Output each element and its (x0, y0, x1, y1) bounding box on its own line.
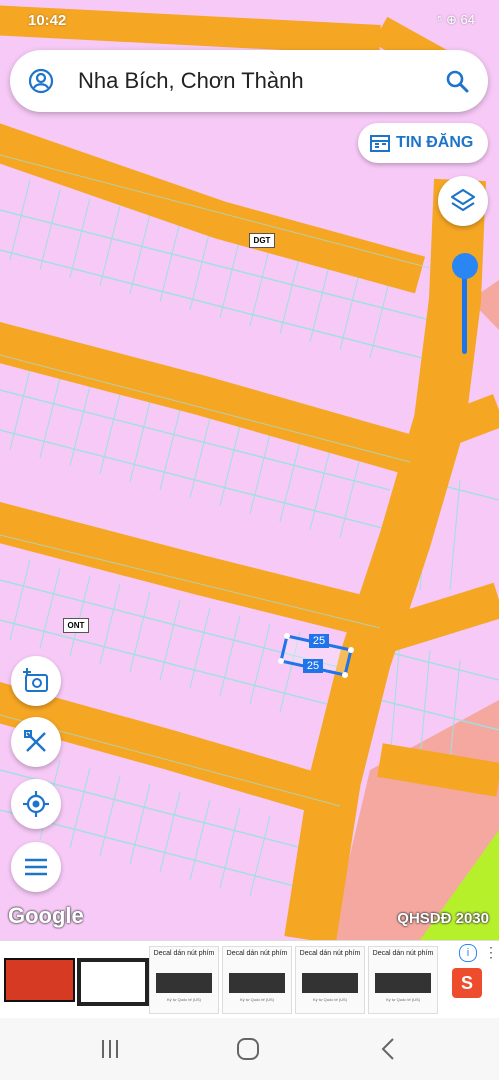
back-icon[interactable] (373, 1036, 403, 1062)
listing-icon (370, 135, 390, 152)
layers-button[interactable] (438, 176, 488, 226)
my-location-button[interactable] (11, 779, 61, 829)
tin-dang-button[interactable]: TIN ĐĂNG (358, 123, 488, 163)
ad-info-icon[interactable]: i (459, 944, 477, 962)
keyboard-image (156, 973, 212, 993)
status-bar: 10:42 ⁵ ⊕ 64 (0, 0, 499, 40)
measure-button[interactable] (11, 717, 61, 767)
shop-bag-icon[interactable]: S (452, 968, 482, 998)
crosshair-icon (23, 791, 49, 817)
search-bar[interactable]: Nha Bích, Chơn Thành (10, 50, 488, 112)
status-icons: ⁵ ⊕ 64 (437, 12, 475, 27)
menu-button[interactable] (11, 842, 61, 892)
location-title: Nha Bích, Chơn Thành (78, 68, 304, 93)
layers-icon (450, 188, 476, 212)
status-time: 10:42 (28, 12, 67, 29)
ruler-pencil-icon (24, 730, 46, 752)
lot-dimension-top: 25 (309, 634, 329, 648)
keyboard-image (229, 973, 285, 993)
ad-card-title: Decal dán nút phím (299, 950, 361, 957)
ad-card-title: Decal dán nút phím (372, 950, 434, 957)
layer-name-label: QHSDĐ 2030 (397, 910, 489, 927)
ad-card[interactable]: Decal dán nút phím Ký tự Quốc tế (US) (222, 946, 292, 1014)
tin-dang-label: TIN ĐĂNG (396, 134, 474, 151)
ont-label: ONT (63, 618, 89, 633)
ad-product-image[interactable] (4, 958, 75, 1002)
opacity-slider-track[interactable] (462, 266, 467, 354)
keyboard-image (302, 973, 358, 993)
ad-product-image[interactable] (77, 958, 149, 1006)
ad-card-sub: Ký tự Quốc tế (US) (385, 997, 421, 1002)
ad-card[interactable]: Decal dán nút phím Ký tự Quốc tế (US) (368, 946, 438, 1014)
keyboard-image (375, 973, 431, 993)
hamburger-icon (25, 858, 47, 876)
ad-card[interactable]: Decal dán nút phím Ký tự Quốc tế (US) (149, 946, 219, 1014)
recent-apps-icon[interactable] (95, 1036, 125, 1062)
lot-dimension-bottom: 25 (303, 659, 323, 673)
google-attribution: Google (8, 903, 84, 928)
user-icon[interactable] (28, 68, 54, 94)
ad-more-icon[interactable]: ⋮ (484, 944, 498, 961)
ad-card-sub: Ký tự Quốc tế (US) (166, 997, 202, 1002)
ad-card-sub: Ký tự Quốc tế (US) (312, 997, 348, 1002)
ad-card[interactable]: Decal dán nút phím Ký tự Quốc tế (US) (295, 946, 365, 1014)
camera-plus-icon (23, 668, 48, 692)
ad-card-sub: Ký tự Quốc tế (US) (239, 997, 275, 1002)
ad-card-title: Decal dán nút phím (226, 950, 288, 957)
add-photo-button[interactable] (11, 656, 61, 706)
opacity-slider-handle[interactable] (452, 253, 478, 279)
dgt-label: DGT (249, 233, 275, 248)
system-nav-bar (0, 1018, 499, 1080)
search-icon[interactable] (444, 68, 470, 94)
home-icon[interactable] (233, 1036, 263, 1062)
ad-card-title: Decal dán nút phím (153, 950, 215, 957)
